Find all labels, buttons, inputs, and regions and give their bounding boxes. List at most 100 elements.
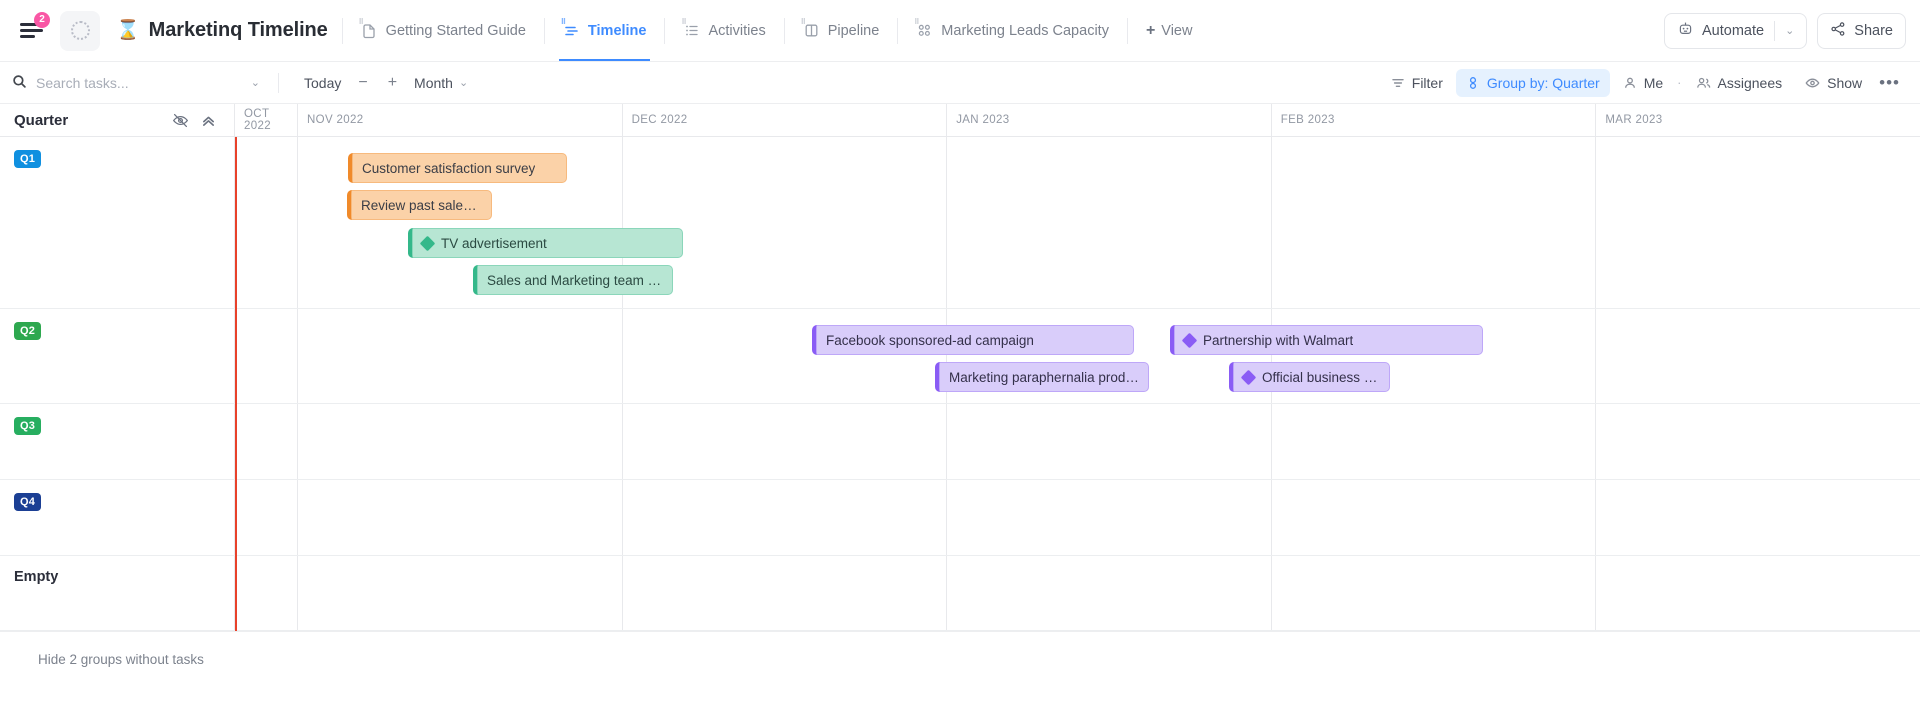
show-label: Show — [1827, 74, 1863, 91]
task-bar[interactable]: Facebook sponsored-ad campaign — [812, 325, 1134, 355]
divider — [783, 17, 785, 44]
today-marker — [235, 137, 237, 631]
milestone-icon — [1181, 332, 1198, 348]
row-track[interactable] — [235, 556, 1920, 630]
tab-pipeline[interactable]: ⠿ Pipeline — [799, 0, 884, 61]
collapse-all-icon[interactable] — [200, 112, 217, 129]
task-bar[interactable]: Official business webs... — [1229, 362, 1390, 392]
timeline-footer: Hide 2 groups without tasks — [0, 631, 1920, 687]
divider — [341, 17, 343, 44]
chevron-down-icon[interactable]: ⌄ — [1785, 24, 1794, 37]
share-label: Share — [1854, 22, 1893, 39]
eye-icon — [1805, 76, 1820, 90]
month-header: NOV 2022 — [298, 104, 623, 136]
tab-marketing-leads-capacity[interactable]: ⠿ Marketing Leads Capacity — [912, 0, 1113, 61]
task-bar[interactable]: Marketing paraphernalia productio... — [935, 362, 1149, 392]
task-bar[interactable]: Sales and Marketing team plann... — [473, 265, 673, 295]
top-bar: 2 ⌛ Marketinq Timeline ⠿ Getting Started… — [0, 0, 1920, 62]
group-icon — [1466, 76, 1480, 90]
row-group-label[interactable]: Empty — [0, 556, 235, 630]
task-label: Customer satisfaction survey — [362, 160, 536, 176]
board-icon: ⠿ — [801, 19, 820, 39]
spinner-icon — [70, 21, 90, 40]
search-box[interactable]: ⌄ — [12, 74, 260, 92]
share-icon — [1830, 21, 1846, 41]
document-icon: ⠿ — [359, 19, 378, 39]
row-track[interactable]: Customer satisfaction survey Review past… — [235, 137, 1920, 308]
month-header: JAN 2023 — [947, 104, 1272, 136]
today-button[interactable]: Today — [297, 69, 348, 97]
task-label: Review past sales and... — [361, 197, 482, 213]
divider — [543, 17, 545, 44]
show-button[interactable]: Show — [1795, 69, 1872, 97]
view-tabs: ⠿ Getting Started Guide ⠿ Timeline ⠿ Act… — [357, 0, 1197, 61]
month-header: OCT 2022 — [235, 104, 298, 136]
hide-empty-groups-button[interactable]: Hide 2 groups without tasks — [38, 652, 204, 667]
row-track[interactable] — [235, 480, 1920, 555]
group-column-header: Quarter — [0, 104, 235, 136]
row-track[interactable] — [235, 404, 1920, 479]
timeline-view: Quarter OCT 2022 NOV 2022 DEC 2022 JAN 2… — [0, 104, 1920, 726]
scale-selector[interactable]: Month ⌄ — [407, 69, 475, 97]
row-track[interactable]: Facebook sponsored-ad campaign Partnersh… — [235, 309, 1920, 403]
hourglass-icon: ⌛ — [116, 20, 140, 41]
divider — [1126, 17, 1128, 44]
clickup-timeline-app: 2 ⌛ Marketinq Timeline ⠿ Getting Started… — [0, 0, 1920, 726]
task-label: Facebook sponsored-ad campaign — [826, 332, 1034, 348]
top-bar-actions: Automate ⌄ Share — [1664, 12, 1906, 49]
eye-off-icon[interactable] — [172, 112, 189, 129]
milestone-icon — [419, 235, 436, 251]
row-group-label[interactable]: Q3 — [0, 404, 235, 479]
chevron-down-icon: ⌄ — [458, 77, 469, 89]
add-view-button[interactable]: + View — [1142, 22, 1197, 39]
scale-label: Month — [414, 74, 453, 91]
search-input[interactable] — [36, 74, 216, 91]
milestone-icon — [1240, 369, 1257, 385]
tab-label: Pipeline — [827, 23, 880, 39]
tab-timeline[interactable]: ⠿ Timeline — [558, 0, 651, 61]
automate-button[interactable]: Automate ⌄ — [1664, 12, 1808, 49]
zoom-out-button[interactable]: − — [348, 74, 377, 92]
robot-icon — [1677, 20, 1694, 41]
month-headers: OCT 2022 NOV 2022 DEC 2022 JAN 2023 FEB … — [235, 104, 1920, 136]
status-badge: Q4 — [14, 493, 42, 511]
status-badge: Q3 — [14, 417, 42, 435]
loading-button[interactable] — [60, 10, 100, 51]
group-by-label: Group by: Quarter — [1486, 74, 1600, 91]
timeline-row-q2: Q2 Facebook sponsored-ad campaign Partne… — [0, 309, 1920, 404]
notification-badge: 2 — [34, 11, 50, 28]
task-label: Marketing paraphernalia productio... — [949, 369, 1139, 385]
toolbar-right-actions: Filter Group by: Quarter Me · Assignees … — [1381, 68, 1904, 97]
tab-label: Getting Started Guide — [385, 23, 526, 39]
chevron-down-icon[interactable]: ⌄ — [251, 76, 260, 89]
assignees-label: Assignees — [1717, 74, 1783, 91]
tab-activities[interactable]: ⠿ Activities — [679, 0, 769, 61]
task-bar[interactable]: Review past sales and... — [347, 190, 492, 220]
more-options-button[interactable]: ••• — [1875, 73, 1904, 93]
filter-button[interactable]: Filter — [1381, 69, 1453, 97]
filter-label: Filter — [1411, 74, 1443, 91]
person-icon — [1623, 76, 1637, 90]
zoom-in-button[interactable]: + — [378, 74, 407, 92]
task-bar[interactable]: TV advertisement — [408, 228, 683, 258]
group-by-button[interactable]: Group by: Quarter — [1455, 68, 1610, 97]
task-label: Sales and Marketing team plann... — [487, 272, 663, 288]
timeline-row-q4: Q4 — [0, 480, 1920, 556]
timeline-row-q1: Q1 Customer satisfaction survey Review p… — [0, 137, 1920, 309]
row-group-label[interactable]: Q4 — [0, 480, 235, 555]
row-group-label[interactable]: Q1 — [0, 137, 235, 308]
share-button[interactable]: Share — [1817, 12, 1906, 49]
row-group-label[interactable]: Q2 — [0, 309, 235, 403]
me-filter-button[interactable]: Me — [1613, 69, 1673, 97]
group-column-label: Quarter — [14, 111, 69, 129]
assignees-button[interactable]: Assignees — [1686, 69, 1793, 97]
task-label: Official business webs... — [1262, 369, 1380, 385]
tab-getting-started-guide[interactable]: ⠿ Getting Started Guide — [357, 0, 530, 61]
list-icon: ⠿ — [681, 19, 700, 39]
page-title-block[interactable]: ⌛ Marketinq Timeline — [116, 19, 328, 42]
task-bar[interactable]: Customer satisfaction survey — [348, 153, 567, 183]
main-menu-button[interactable]: 2 — [10, 10, 52, 52]
task-bar[interactable]: Partnership with Walmart — [1170, 325, 1483, 355]
tab-label: Marketing Leads Capacity — [941, 23, 1109, 39]
empty-group-label: Empty — [14, 569, 59, 585]
